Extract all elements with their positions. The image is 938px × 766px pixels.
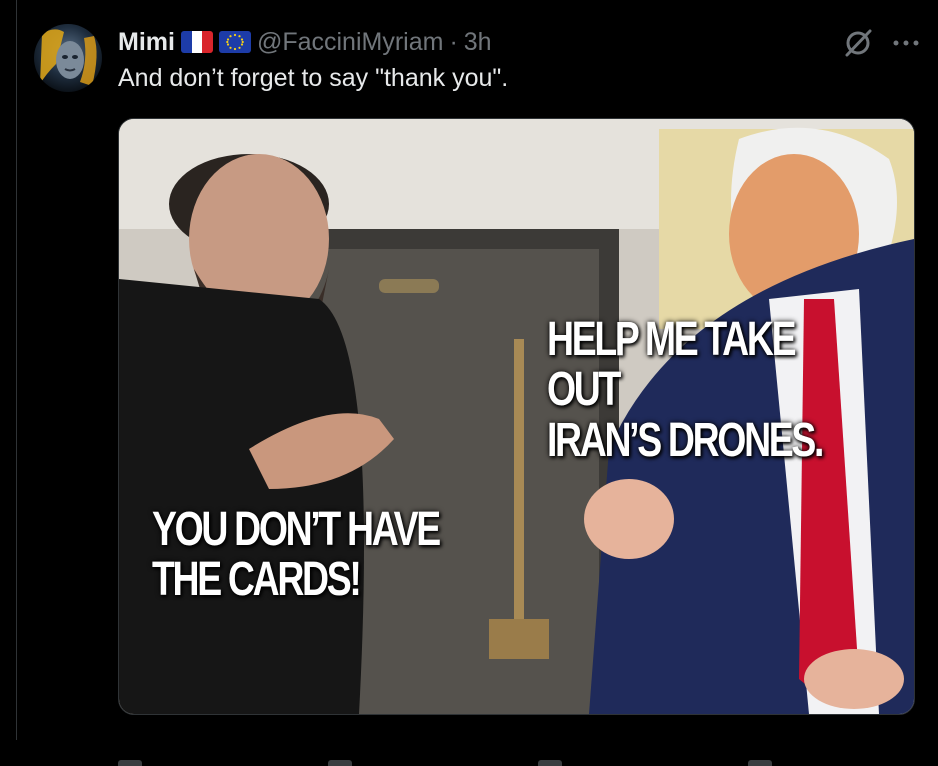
france-flag-icon <box>180 31 213 53</box>
tweet-timestamp[interactable]: 3h <box>464 28 492 57</box>
author-name[interactable]: Mimi <box>118 28 175 57</box>
like-icon[interactable] <box>538 760 562 766</box>
tweet-header-actions <box>843 28 919 58</box>
reply-icon[interactable] <box>118 760 142 766</box>
avatar[interactable] <box>34 24 102 92</box>
separator-dot: · <box>449 27 458 56</box>
tweet-header: Mimi @FacciniMyriam · 3h <box>118 26 492 58</box>
more-icon[interactable] <box>893 39 919 47</box>
meme-caption-left: YOU DON’T HAVE THE CARDS! <box>152 503 441 607</box>
author-handle[interactable]: @FacciniMyriam <box>257 28 444 57</box>
tweet-text: And don’t forget to say "thank you". <box>118 64 509 92</box>
retweet-icon[interactable] <box>328 760 352 766</box>
meme-caption-right: HELP ME TAKE OUT IRAN’S DRONES. <box>547 313 824 467</box>
tweet-media-image[interactable]: HELP ME TAKE OUT IRAN’S DRONES. YOU DON’… <box>118 118 915 715</box>
views-icon[interactable] <box>748 760 772 766</box>
timeline-left-border <box>16 0 17 740</box>
tweet-actions-bar <box>118 748 913 766</box>
eu-flag-icon <box>218 31 251 53</box>
grok-icon[interactable] <box>843 28 873 58</box>
